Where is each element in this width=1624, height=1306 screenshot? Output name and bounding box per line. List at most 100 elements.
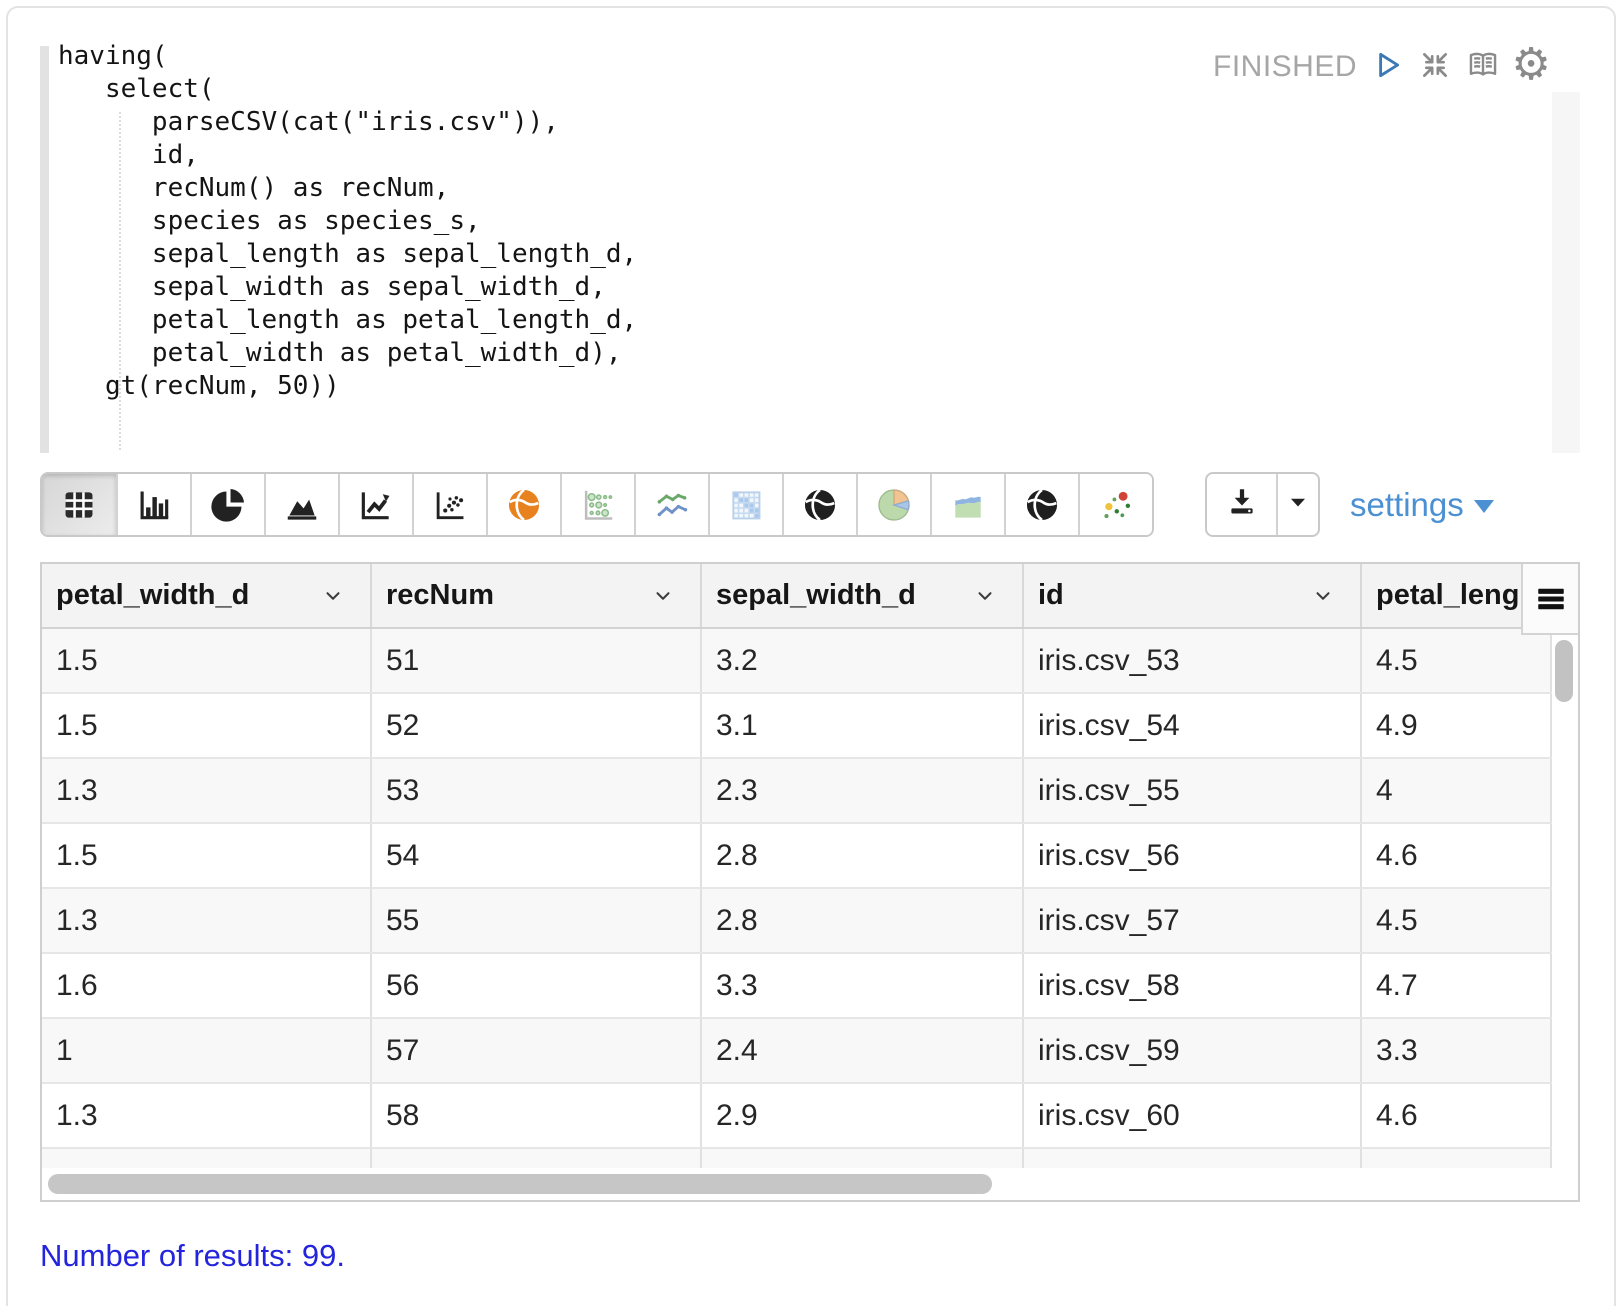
download-button[interactable] — [1207, 474, 1276, 535]
table-cell — [1024, 1149, 1362, 1170]
table-cell — [372, 1149, 702, 1170]
editor-scrollbar-track[interactable] — [1552, 92, 1580, 453]
table-cell: 4.5 — [1362, 629, 1552, 692]
chart-type-globe-orange-button[interactable] — [486, 474, 560, 535]
pie-chart-icon — [209, 486, 247, 524]
chart-type-globe-dark-button[interactable] — [782, 474, 856, 535]
scatter-plot-icon — [431, 486, 469, 524]
horizontal-scrollbar-track[interactable] — [42, 1168, 1578, 1200]
table-cell: 1.3 — [42, 1084, 372, 1147]
column-header-sepal_width_d[interactable]: sepal_width_d — [702, 564, 1024, 627]
table-row: 1.5523.1iris.csv_544.9 — [42, 692, 1552, 757]
settings-link[interactable]: settings — [1350, 472, 1494, 537]
table-cell: iris.csv_53 — [1024, 629, 1362, 692]
chart-type-toolbar — [40, 472, 1154, 537]
bar-chart-icon — [135, 486, 173, 524]
globe-orange-icon — [505, 486, 543, 524]
table-body: 1.5513.2iris.csv_534.51.5523.1iris.csv_5… — [42, 629, 1578, 1170]
bubble-matrix-icon — [579, 486, 617, 524]
table-cell — [702, 1149, 1024, 1170]
caret-down-icon — [1474, 500, 1494, 513]
vertical-scrollbar-thumb[interactable] — [1555, 640, 1573, 702]
book-icon[interactable] — [1464, 46, 1502, 84]
table-cell: 1.3 — [42, 759, 372, 822]
status-badge: FINISHED — [1213, 50, 1357, 84]
column-header-label: id — [1038, 579, 1064, 612]
table-cell: 2.9 — [702, 1084, 1024, 1147]
code-editor[interactable]: having( select( parseCSV(cat("iris.csv")… — [58, 40, 1438, 403]
table-cell: iris.csv_58 — [1024, 954, 1362, 1017]
globe-dark-icon — [801, 486, 839, 524]
table-cell: iris.csv_57 — [1024, 889, 1362, 952]
compress-icon[interactable] — [1416, 46, 1454, 84]
table-cell: iris.csv_54 — [1024, 694, 1362, 757]
chart-type-bar-chart-button[interactable] — [116, 474, 190, 535]
column-header-petal_width_d[interactable]: petal_width_d — [42, 564, 372, 627]
table-cell: 2.8 — [702, 889, 1024, 952]
table-cell: iris.csv_60 — [1024, 1084, 1362, 1147]
chart-type-table-button[interactable] — [42, 474, 116, 535]
table-row: 1.6563.3iris.csv_584.7 — [42, 952, 1552, 1017]
caret-down-icon — [1285, 489, 1311, 520]
zeppelin-paragraph: having( select( parseCSV(cat("iris.csv")… — [0, 0, 1624, 1306]
chart-type-heatmap-grid-button[interactable] — [708, 474, 782, 535]
result-table: petal_width_d recNum sepal_width_d id petal_… — [40, 562, 1580, 1202]
chart-type-bubble-matrix-button[interactable] — [560, 474, 634, 535]
table-cell: 1 — [42, 1019, 372, 1082]
chart-type-color-scatter-button[interactable] — [1078, 474, 1152, 535]
table-cell: 53 — [372, 759, 702, 822]
table-row: 1572.4iris.csv_593.3 — [42, 1017, 1552, 1082]
table-cell: 4 — [1362, 759, 1552, 822]
table-cell: 4.6 — [1362, 824, 1552, 887]
table-cell: 3.3 — [1362, 1019, 1552, 1082]
chevron-down-icon[interactable] — [322, 585, 344, 607]
column-header-recNum[interactable]: recNum — [372, 564, 702, 627]
color-scatter-icon — [1097, 486, 1135, 524]
grid-menu-icon — [1534, 582, 1568, 616]
download-split-button — [1205, 472, 1320, 537]
download-options-button[interactable] — [1276, 474, 1318, 535]
table-row: 1.3532.3iris.csv_554 — [42, 757, 1552, 822]
chart-type-pie-chart-button[interactable] — [190, 474, 264, 535]
chevron-down-icon[interactable] — [974, 585, 996, 607]
table-cell: 58 — [372, 1084, 702, 1147]
table-cell: 2.4 — [702, 1019, 1024, 1082]
pastel-pie-icon — [875, 486, 913, 524]
chart-type-area-chart-button[interactable] — [264, 474, 338, 535]
table-cell: 3.3 — [702, 954, 1024, 1017]
horizontal-scrollbar-thumb[interactable] — [48, 1174, 992, 1194]
heatmap-grid-icon — [727, 486, 765, 524]
table-cell: 55 — [372, 889, 702, 952]
chart-type-line-chart-button[interactable] — [338, 474, 412, 535]
table-row: 1.3552.8iris.csv_574.5 — [42, 887, 1552, 952]
table-cell: 1.5 — [42, 694, 372, 757]
table-cell: iris.csv_55 — [1024, 759, 1362, 822]
table-cell: 2.8 — [702, 824, 1024, 887]
table-cell: 4.9 — [1362, 694, 1552, 757]
globe-dark-2-icon — [1023, 486, 1061, 524]
column-header-label: sepal_width_d — [716, 579, 916, 612]
column-header-label: recNum — [386, 579, 494, 612]
chevron-down-icon[interactable] — [1312, 585, 1334, 607]
table-cell: 57 — [372, 1019, 702, 1082]
table-cell: 1.5 — [42, 824, 372, 887]
chevron-down-icon[interactable] — [652, 585, 674, 607]
gear-icon[interactable]: ⚙ — [1512, 46, 1550, 84]
grid-menu-button[interactable] — [1521, 564, 1578, 635]
table-cell — [1362, 1149, 1552, 1170]
chart-type-multi-line-chart-button[interactable] — [634, 474, 708, 535]
table-cell: 3.2 — [702, 629, 1024, 692]
editor-gutter — [40, 46, 49, 453]
table-row: 1.5542.8iris.csv_564.6 — [42, 822, 1552, 887]
chart-type-pastel-pie-button[interactable] — [856, 474, 930, 535]
multi-line-chart-icon — [653, 486, 691, 524]
column-header-id[interactable]: id — [1024, 564, 1362, 627]
column-header-label: petal_leng — [1376, 579, 1519, 612]
table-icon — [60, 486, 98, 524]
table-cell: 4.5 — [1362, 889, 1552, 952]
chart-type-pastel-area-button[interactable] — [930, 474, 1004, 535]
chart-type-globe-dark-2-button[interactable] — [1004, 474, 1078, 535]
chart-type-scatter-plot-button[interactable] — [412, 474, 486, 535]
play-icon[interactable] — [1368, 46, 1406, 84]
area-chart-icon — [283, 486, 321, 524]
